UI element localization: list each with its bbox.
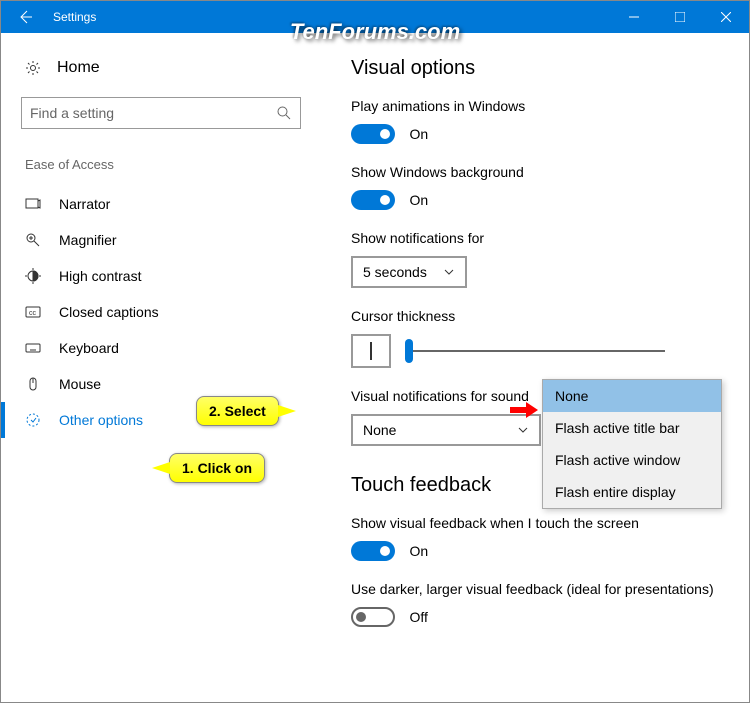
sidebar-item-magnifier[interactable]: Magnifier — [21, 222, 301, 258]
dropdown-value: None — [363, 422, 396, 438]
sidebar-item-keyboard[interactable]: Keyboard — [21, 330, 301, 366]
keyboard-icon — [25, 340, 41, 356]
toggle-state: On — [409, 543, 428, 559]
touch-feedback-label: Show visual feedback when I touch the sc… — [351, 515, 719, 531]
visual-notifications-popup: None Flash active title bar Flash active… — [542, 379, 722, 509]
notifications-label: Show notifications for — [351, 230, 719, 246]
search-field[interactable] — [30, 105, 276, 121]
cursor-thickness-label: Cursor thickness — [351, 308, 719, 324]
visual-notifications-dropdown[interactable]: None — [351, 414, 541, 446]
chevron-down-icon — [517, 424, 529, 436]
cursor-thickness-slider[interactable] — [405, 350, 665, 352]
back-button[interactable] — [1, 1, 49, 33]
sidebar-item-label: Mouse — [59, 376, 101, 392]
gear-icon — [25, 60, 41, 76]
cursor-preview — [351, 334, 391, 368]
popup-option-flash-titlebar[interactable]: Flash active title bar — [543, 412, 721, 444]
popup-option-flash-window[interactable]: Flash active window — [543, 444, 721, 476]
other-options-icon — [25, 412, 41, 428]
sidebar-item-label: High contrast — [59, 268, 141, 284]
mouse-icon — [25, 376, 41, 392]
darker-feedback-label: Use darker, larger visual feedback (idea… — [351, 581, 719, 597]
visual-options-heading: Visual options — [351, 57, 719, 80]
minimize-button[interactable] — [611, 1, 657, 33]
sidebar-item-label: Magnifier — [59, 232, 117, 248]
search-input[interactable] — [21, 97, 301, 129]
popup-option-none[interactable]: None — [543, 380, 721, 412]
sidebar-item-label: Narrator — [59, 196, 110, 212]
magnifier-icon — [25, 232, 41, 248]
close-button[interactable] — [703, 1, 749, 33]
titlebar: Settings — [1, 1, 749, 33]
captions-icon: cc — [25, 304, 41, 320]
home-link[interactable]: Home — [21, 51, 301, 85]
search-icon — [276, 105, 292, 121]
maximize-button[interactable] — [657, 1, 703, 33]
arrow-icon — [510, 402, 538, 418]
main-panel: Visual options Play animations in Window… — [321, 33, 749, 702]
notifications-dropdown[interactable]: 5 seconds — [351, 256, 467, 288]
chevron-down-icon — [443, 266, 455, 278]
sidebar-item-label: Other options — [59, 412, 143, 428]
popup-option-flash-display[interactable]: Flash entire display — [543, 476, 721, 508]
narrator-icon — [25, 196, 41, 212]
window-title: Settings — [49, 10, 96, 24]
show-background-toggle[interactable] — [351, 190, 395, 210]
toggle-state: Off — [409, 609, 427, 625]
darker-feedback-toggle[interactable] — [351, 607, 395, 627]
category-header: Ease of Access — [21, 157, 301, 172]
contrast-icon — [25, 268, 41, 284]
callout-click-on: 1. Click on — [169, 453, 265, 483]
callout-select: 2. Select — [196, 396, 279, 426]
dropdown-value: 5 seconds — [363, 264, 427, 280]
toggle-state: On — [409, 126, 428, 142]
toggle-state: On — [409, 192, 428, 208]
play-animations-label: Play animations in Windows — [351, 98, 719, 114]
show-background-label: Show Windows background — [351, 164, 719, 180]
play-animations-toggle[interactable] — [351, 124, 395, 144]
sidebar: Home Ease of Access Narrator Magnifier H… — [1, 33, 321, 702]
touch-feedback-toggle[interactable] — [351, 541, 395, 561]
sidebar-item-high-contrast[interactable]: High contrast — [21, 258, 301, 294]
sidebar-item-narrator[interactable]: Narrator — [21, 186, 301, 222]
sidebar-item-label: Keyboard — [59, 340, 119, 356]
svg-text:cc: cc — [29, 310, 37, 317]
sidebar-item-closed-captions[interactable]: cc Closed captions — [21, 294, 301, 330]
home-label: Home — [57, 59, 100, 77]
sidebar-item-label: Closed captions — [59, 304, 159, 320]
window-controls — [611, 1, 749, 33]
